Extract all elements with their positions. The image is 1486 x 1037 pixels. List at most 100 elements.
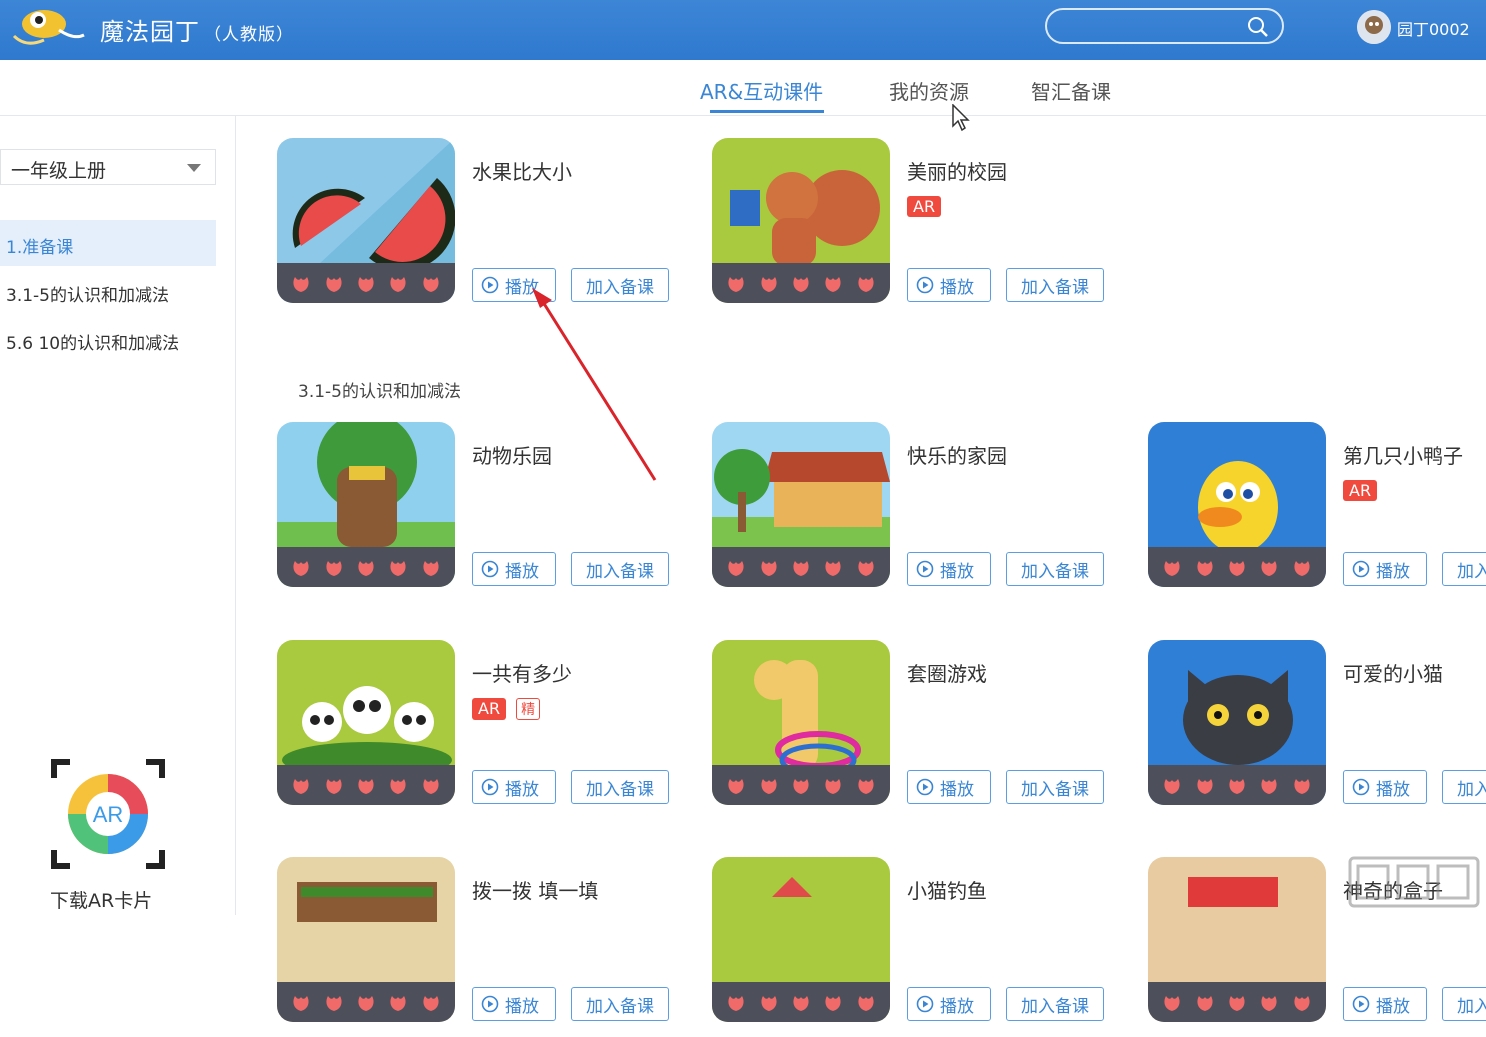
play-button[interactable]: 播放 [907, 770, 991, 804]
flower-icon [326, 996, 342, 1011]
flower-icon [728, 277, 744, 292]
add-to-prep-button[interactable]: 加入备课 [1442, 987, 1486, 1021]
sidebar-item-6-10[interactable]: 5.6 10的认识和加减法 [0, 316, 216, 362]
courseware-thumbnail[interactable] [1148, 422, 1326, 587]
courseware-thumbnail[interactable] [277, 138, 455, 303]
courseware-title: 一共有多少 [472, 662, 572, 686]
add-to-prep-button[interactable]: 加入备课 [571, 987, 669, 1021]
play-button-label: 播放 [1376, 779, 1410, 800]
flower-icon [1261, 779, 1277, 794]
ar-badge: AR [472, 698, 507, 720]
play-button[interactable]: 播放 [1343, 552, 1427, 586]
watermark-logo [1348, 856, 1480, 908]
gardener-logo-icon [12, 10, 85, 45]
flower-icon [825, 779, 841, 794]
play-button[interactable]: 播放 [1343, 987, 1427, 1021]
courseware-thumbnail[interactable] [712, 422, 890, 587]
flower-icon [423, 996, 439, 1011]
add-to-prep-button[interactable]: 加入备课 [1006, 770, 1104, 804]
play-button[interactable]: 播放 [472, 552, 556, 586]
flower-icon [761, 779, 777, 794]
courseware-thumbnail[interactable] [277, 857, 455, 1022]
search-input[interactable] [1045, 8, 1284, 44]
courseware-card: 一共有多少 AR 精播放 加入备课 [277, 640, 677, 820]
play-icon [916, 995, 934, 1013]
flower-icon [1261, 996, 1277, 1011]
add-to-prep-button[interactable]: 加入备课 [1006, 987, 1104, 1021]
add-to-prep-button[interactable]: 加入备课 [1006, 268, 1104, 302]
download-ar-card-link[interactable]: 下载AR卡片 [50, 886, 152, 913]
flower-icon [293, 996, 309, 1011]
courseware-card: 拨一拨 填一填播放 加入备课 [277, 857, 677, 1037]
courseware-title: 可爱的小猫 [1343, 662, 1443, 686]
courseware-card: 第几只小鸭子 AR 播放 加入备课 [1148, 422, 1486, 602]
play-button[interactable]: 播放 [907, 268, 991, 302]
flower-icon [793, 996, 809, 1011]
courseware-card: 快乐的家园播放 加入备课 [712, 422, 1112, 602]
courseware-thumbnail[interactable] [277, 640, 455, 805]
add-to-prep-button[interactable]: 加入备课 [571, 268, 669, 302]
courseware-title: 水果比大小 [472, 160, 572, 184]
play-button-label: 播放 [505, 779, 539, 800]
tab-smart-prep[interactable]: 智汇备课 [1031, 76, 1111, 105]
app-title: 魔法园丁 （人教版） [100, 12, 294, 47]
rating-bar [712, 263, 890, 303]
courseware-thumbnail[interactable] [1148, 640, 1326, 805]
ar-badge: AR [1343, 480, 1378, 501]
flower-icon [858, 996, 874, 1011]
rating-bar [277, 547, 455, 587]
featured-badge: 精 [516, 698, 541, 720]
flower-icon [1164, 996, 1180, 1011]
courseware-title: 拨一拨 填一填 [472, 879, 599, 903]
sidebar-item-prep[interactable]: 1.准备课 [0, 220, 216, 266]
add-to-prep-button[interactable]: 加入备课 [571, 552, 669, 586]
section-title: 3.1-5的认识和加减法 [298, 382, 461, 402]
courseware-card: 小猫钓鱼 播放 加入备课 [712, 857, 1112, 1037]
add-to-prep-button[interactable]: 加入备课 [1442, 770, 1486, 804]
play-icon [916, 276, 934, 294]
flower-icon [1294, 996, 1310, 1011]
main-tabs: AR&互动课件 我的资源 智汇备课 [0, 60, 1486, 116]
flower-icon [1197, 996, 1213, 1011]
play-button[interactable]: 播放 [907, 987, 991, 1021]
flower-icon [761, 996, 777, 1011]
courseware-thumbnail[interactable] [712, 138, 890, 303]
play-button[interactable]: 播放 [907, 552, 991, 586]
username[interactable]: 园丁0002 [1397, 16, 1470, 40]
play-button[interactable]: 播放 [472, 987, 556, 1021]
courseware-card: 美丽的校园 AR 播放 加入备课 [712, 138, 1112, 318]
search-icon[interactable] [1246, 15, 1270, 39]
rating-bar [1148, 547, 1326, 587]
ar-card-icon[interactable]: AR [50, 756, 166, 872]
courseware-thumbnail[interactable] [712, 857, 890, 1022]
sidebar-item-1-5[interactable]: 3.1-5的认识和加减法 [0, 268, 216, 314]
flower-icon [825, 996, 841, 1011]
play-button[interactable]: 播放 [472, 268, 556, 302]
flower-icon [326, 277, 342, 292]
courseware-thumbnail[interactable] [1148, 857, 1326, 1022]
flower-icon [825, 561, 841, 576]
add-to-prep-button[interactable]: 加入备课 [571, 770, 669, 804]
flower-icon [358, 996, 374, 1011]
flower-icon [1294, 779, 1310, 794]
avatar[interactable] [1357, 10, 1391, 44]
flower-icon [1197, 561, 1213, 576]
flower-icon [326, 779, 342, 794]
flower-icon [825, 277, 841, 292]
app-title-text: 魔法园丁 [100, 18, 200, 46]
tab-ar-courseware[interactable]: AR&互动课件 [700, 76, 823, 105]
courseware-thumbnail[interactable] [712, 640, 890, 805]
courseware-card: 水果比大小播放 加入备课 [277, 138, 677, 318]
flower-icon [793, 277, 809, 292]
flower-icon [358, 779, 374, 794]
play-button[interactable]: 播放 [472, 770, 556, 804]
add-to-prep-button[interactable]: 加入备课 [1006, 552, 1104, 586]
flower-icon [1261, 561, 1277, 576]
courseware-title: 快乐的家园 [907, 444, 1007, 468]
add-to-prep-button[interactable]: 加入备课 [1442, 552, 1486, 586]
flower-icon [293, 277, 309, 292]
grade-select[interactable]: 一年级上册 [0, 149, 216, 185]
courseware-thumbnail[interactable] [277, 422, 455, 587]
play-button[interactable]: 播放 [1343, 770, 1427, 804]
tab-my-resources[interactable]: 我的资源 [889, 76, 969, 105]
